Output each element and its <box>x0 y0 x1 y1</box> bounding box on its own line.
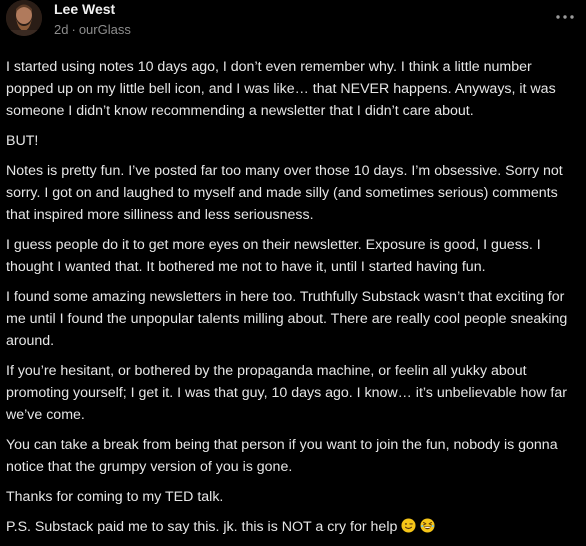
last-paragraph: P.S. Substack paid me to say this. jk. t… <box>6 516 580 538</box>
paragraph: BUT! <box>6 133 39 149</box>
paragraph: Thanks for coming to my TED talk. <box>6 489 224 505</box>
grinning-squinting-face-emoji <box>420 518 435 533</box>
note-meta: 2d · ourGlass <box>54 21 131 39</box>
note-body: I started using notes 10 days ago, I don… <box>6 56 580 546</box>
author-avatar[interactable] <box>6 0 42 36</box>
paragraph: I guess people do it to get more eyes on… <box>6 237 541 275</box>
paragraph: If you’re hesitant, or bothered by the p… <box>6 363 567 423</box>
paragraph: I started using notes 10 days ago, I don… <box>6 59 556 119</box>
paragraph: I found some amazing newsletters in here… <box>6 289 568 349</box>
publication-name[interactable]: ourGlass <box>79 22 131 37</box>
post-age: 2d <box>54 22 69 37</box>
more-options-button[interactable] <box>554 10 576 24</box>
winking-face-emoji <box>401 518 416 533</box>
paragraph: You can take a break from being that per… <box>6 437 558 475</box>
paragraph: Notes is pretty fun. I’ve posted far too… <box>6 163 563 223</box>
note-header: Lee West 2d · ourGlass <box>0 0 586 44</box>
author-name[interactable]: Lee West <box>54 0 115 18</box>
meta-separator: · <box>71 22 76 37</box>
paragraph-text: P.S. Substack paid me to say this. jk. t… <box>6 519 398 535</box>
avatar-photo <box>6 0 42 36</box>
more-horizontal-icon <box>556 15 574 19</box>
